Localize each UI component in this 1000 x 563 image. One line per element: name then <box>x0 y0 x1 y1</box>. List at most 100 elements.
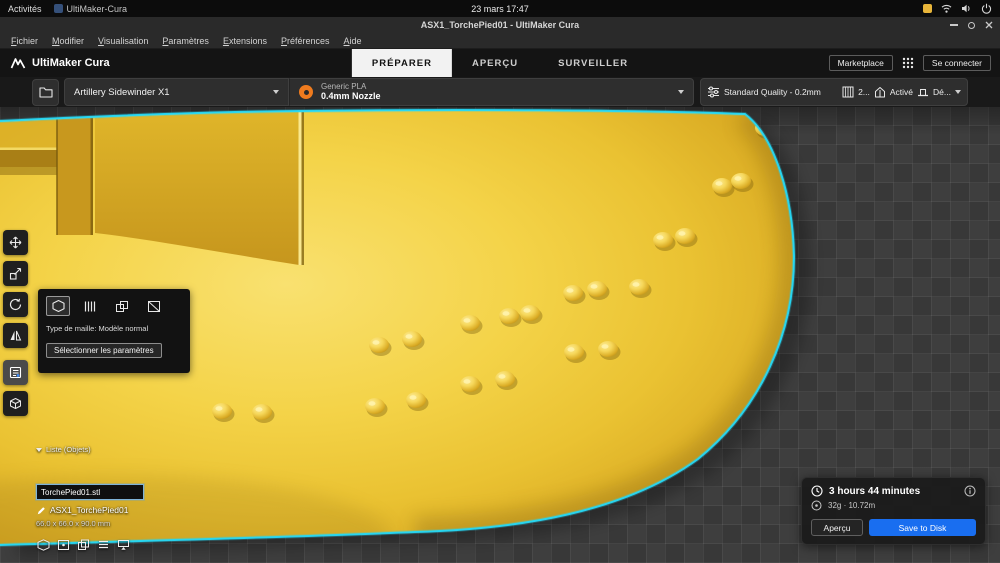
pencil-icon <box>37 506 45 514</box>
support-value: Activé <box>889 87 914 97</box>
profile-name: Standard Quality - 0.2mm <box>724 87 821 97</box>
nozzle-size: 0.4mm Nozzle <box>321 91 381 102</box>
infill-value: 2... <box>858 87 870 97</box>
chevron-down-icon <box>273 90 279 94</box>
mesh-type-popup: Type de maille: Modèle normal Sélectionn… <box>38 289 190 373</box>
power-icon[interactable] <box>981 3 992 14</box>
menu-parametres[interactable]: Paramètres <box>156 35 215 47</box>
minimize-button[interactable] <box>950 24 958 26</box>
multiply-model-icon[interactable] <box>77 539 90 551</box>
app-logo: UltiMaker Cura <box>0 57 110 69</box>
support-icon <box>874 87 885 98</box>
menu-modifier[interactable]: Modifier <box>46 35 90 47</box>
arrange-models-icon[interactable] <box>117 539 130 551</box>
material-usage: 32g · 10.72m <box>828 501 876 510</box>
clock-icon <box>811 485 823 497</box>
preview-button[interactable]: Aperçu <box>811 519 863 536</box>
chevron-down-icon <box>955 90 961 94</box>
app-indicator[interactable]: UltiMaker-Cura <box>53 3 128 14</box>
menu-extensions[interactable]: Extensions <box>217 35 273 47</box>
menu-preferences[interactable]: Préférences <box>275 35 336 47</box>
cura-app-icon <box>53 4 63 13</box>
sign-in-button[interactable]: Se connecter <box>922 55 991 71</box>
open-file-button[interactable] <box>32 78 59 106</box>
mirror-tool-button[interactable] <box>3 323 28 348</box>
normal-model-icon <box>51 299 65 313</box>
slot-wall <box>57 110 93 235</box>
printer-selector[interactable]: Artillery Sidewinder X1 <box>64 78 289 106</box>
model-name-input[interactable] <box>36 484 144 500</box>
app-title: UltiMaker Cura <box>32 57 110 69</box>
move-tool-button[interactable] <box>3 230 28 255</box>
job-name-row[interactable]: ASX1_TorchePied01 <box>37 505 128 515</box>
center-model-icon[interactable] <box>57 539 70 551</box>
window-title: ASX1_TorchePied01 - UltiMaker Cura <box>420 20 580 30</box>
tab-monitor[interactable]: SURVEILLER <box>538 49 648 77</box>
model-dimensions: 66.0 x 66.0 x 90.0 mm <box>36 519 111 528</box>
rotate-icon <box>9 298 22 311</box>
menu-aide[interactable]: Aide <box>338 35 368 47</box>
info-icon[interactable] <box>964 485 976 497</box>
window-title-bar: ASX1_TorchePied01 - UltiMaker Cura <box>0 17 1000 33</box>
collapse-icon <box>36 447 42 452</box>
save-to-disk-button[interactable]: Save to Disk <box>869 519 976 536</box>
tab-prepare[interactable]: PRÉPARER <box>351 49 452 77</box>
printer-name: Artillery Sidewinder X1 <box>74 86 170 98</box>
chevron-down-icon <box>678 90 684 94</box>
material-name: Generic PLA <box>321 82 367 92</box>
mirror-icon <box>10 330 22 341</box>
print-settings-selector[interactable]: Standard Quality - 0.2mm 2... Activé Dé.… <box>700 78 968 106</box>
configuration-bar: Artillery Sidewinder X1 Generic PLA 0.4m… <box>0 77 1000 107</box>
job-name: ASX1_TorchePied01 <box>50 505 129 515</box>
model-cube-icon[interactable] <box>37 539 50 551</box>
mesh-normal-button[interactable] <box>46 296 70 316</box>
group-models-icon[interactable] <box>97 539 110 551</box>
object-list-header[interactable]: Liste (Objets) <box>36 445 91 454</box>
move-icon <box>9 236 22 249</box>
infill-icon <box>842 86 854 98</box>
scale-icon <box>9 267 22 280</box>
object-tools-row <box>37 539 130 551</box>
mesh-print-as-support-button[interactable] <box>78 296 102 316</box>
filament-spool-icon <box>811 500 822 511</box>
close-button[interactable] <box>985 21 993 29</box>
overlap-mesh-icon <box>116 300 128 312</box>
tray-app-icon[interactable] <box>923 4 932 13</box>
volume-icon[interactable] <box>961 3 972 14</box>
material-selector[interactable]: Generic PLA 0.4mm Nozzle <box>289 78 694 106</box>
activities-button[interactable]: Activités <box>8 4 42 14</box>
rotate-tool-button[interactable] <box>3 292 28 317</box>
per-model-settings-button[interactable] <box>3 360 28 385</box>
ultimaker-logo-icon <box>10 58 26 69</box>
clock-label: 23 mars 17:47 <box>471 3 529 14</box>
mesh-type-label: Type de maille: Modèle normal <box>46 324 149 333</box>
network-icon[interactable] <box>941 3 952 14</box>
print-time-estimate: 3 hours 44 minutes <box>829 485 921 497</box>
cura-application-window: { "system_bar": { "activities": "Activit… <box>0 0 1000 563</box>
maximize-button[interactable] <box>968 21 975 29</box>
stage-tabs: PRÉPARER APERÇU SURVEILLER <box>351 49 648 77</box>
per-model-settings-icon <box>9 366 22 379</box>
support-blocker-button[interactable] <box>3 391 28 416</box>
adhesion-icon <box>918 89 929 97</box>
menu-visualisation[interactable]: Visualisation <box>92 35 154 47</box>
app-indicator-label: UltiMaker-Cura <box>66 3 128 14</box>
sliders-icon <box>708 86 719 98</box>
app-header: UltiMaker Cura PRÉPARER APERÇU SURVEILLE… <box>0 49 1000 77</box>
support-mesh-icon <box>84 301 96 311</box>
mesh-no-support-overlaps-button[interactable] <box>142 296 166 316</box>
tool-column <box>3 230 28 416</box>
no-support-overlap-icon <box>148 300 160 312</box>
slot-shade <box>0 110 57 148</box>
menu-fichier[interactable]: Fichier <box>5 35 44 47</box>
clock-menu[interactable]: 23 mars 17:47 <box>471 4 529 14</box>
print-info-panel: 3 hours 44 minutes 32g · 10.72m Aperçu S… <box>801 477 986 545</box>
folder-icon <box>38 87 53 98</box>
scale-tool-button[interactable] <box>3 261 28 286</box>
application-switcher-icon[interactable] <box>902 57 914 69</box>
marketplace-button[interactable]: Marketplace <box>828 55 893 71</box>
select-settings-button[interactable]: Sélectionner les paramètres <box>46 343 162 358</box>
support-blocker-icon <box>10 398 21 409</box>
tab-preview[interactable]: APERÇU <box>452 49 538 77</box>
mesh-modify-overlaps-button[interactable] <box>110 296 134 316</box>
